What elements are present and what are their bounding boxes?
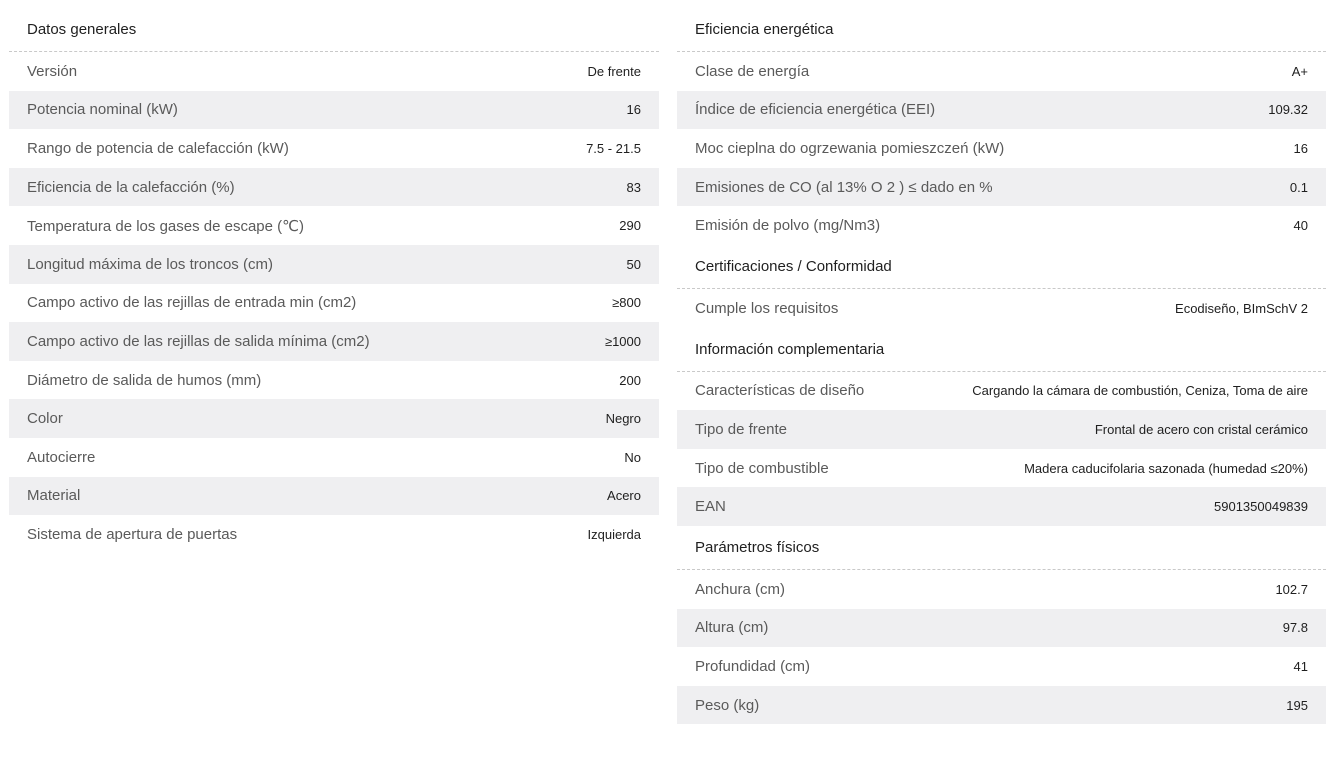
spec-label: Clase de energía: [695, 62, 810, 80]
spec-row-anchura: Anchura (cm) 102.7: [677, 570, 1326, 609]
spec-label: Profundidad (cm): [695, 657, 811, 675]
spec-value: 200: [619, 372, 641, 388]
spec-row-diametro-salida: Diámetro de salida de humos (mm) 200: [9, 361, 659, 400]
spec-value: 16: [626, 102, 641, 118]
spec-row-rango-potencia: Rango de potencia de calefacción (kW) 7.…: [9, 129, 659, 168]
spec-value: Negro: [605, 411, 641, 427]
spec-value: De frente: [587, 63, 641, 79]
spec-label: Moc cieplna do ogrzewania pomieszczeń (k…: [695, 139, 1005, 157]
spec-label: Peso (kg): [695, 696, 760, 714]
spec-row-peso: Peso (kg) 195: [677, 685, 1326, 725]
spec-value: Acero: [607, 488, 641, 504]
spec-label: Emisión de polvo (mg/Nm3): [695, 217, 881, 235]
spec-row-version: Versión De frente: [9, 52, 659, 91]
spec-row-longitud-troncos: Longitud máxima de los troncos (cm) 50: [9, 244, 659, 284]
spec-label: Color: [27, 410, 63, 428]
spec-label: Autocierre: [27, 448, 96, 466]
spec-label: Campo activo de las rejillas de salida m…: [27, 332, 370, 350]
left-column: Datos generales Versión De frente Potenc…: [9, 8, 659, 554]
spec-value: A+: [1291, 63, 1308, 79]
spec-label: Versión: [27, 62, 78, 80]
spec-row-potencia-nominal: Potencia nominal (kW) 16: [9, 90, 659, 130]
spec-value: 16: [1293, 140, 1308, 156]
spec-value: Izquierda: [587, 526, 641, 542]
spec-label: Temperatura de los gases de escape (℃): [27, 217, 304, 235]
spec-row-cumple-requisitos: Cumple los requisitos Ecodiseño, BImSchV…: [677, 289, 1326, 328]
spec-value: 195: [1286, 697, 1308, 713]
spec-label: Material: [27, 487, 81, 505]
spec-label: Altura (cm): [695, 619, 769, 637]
section-title-datos-generales: Datos generales: [9, 8, 659, 52]
spec-label: Eficiencia de la calefacción (%): [27, 178, 235, 196]
spec-row-emisiones-co: Emisiones de CO (al 13% O 2 ) ≤ dado en …: [677, 167, 1326, 207]
spec-value: ≥800: [612, 295, 641, 311]
spec-page: Datos generales Versión De frente Potenc…: [0, 0, 1334, 765]
spec-label: Tipo de combustible: [695, 459, 829, 477]
section-title-eficiencia-energetica: Eficiencia energética: [677, 8, 1326, 52]
spec-label: Características de diseño: [695, 382, 865, 400]
spec-value: 0.1: [1289, 179, 1308, 195]
spec-value: 40: [1293, 218, 1308, 234]
spec-row-rejillas-salida: Campo activo de las rejillas de salida m…: [9, 322, 659, 361]
spec-value: 50: [626, 256, 641, 272]
spec-row-tipo-combustible: Tipo de combustible Madera caducifolaria…: [677, 449, 1326, 488]
spec-label: Diámetro de salida de humos (mm): [27, 371, 262, 389]
spec-row-clase-energia: Clase de energía A+: [677, 52, 1326, 91]
spec-value: ≥1000: [604, 333, 641, 349]
spec-value: Cargando la cámara de combustión, Ceniza…: [972, 383, 1308, 399]
spec-label: Emisiones de CO (al 13% O 2 ) ≤ dado en …: [695, 178, 993, 196]
right-column: Eficiencia energética Clase de energía A…: [677, 8, 1326, 725]
spec-label: Tipo de frente: [695, 420, 787, 438]
spec-row-apertura-puertas: Sistema de apertura de puertas Izquierda: [9, 515, 659, 554]
spec-row-altura: Altura (cm) 97.8: [677, 608, 1326, 648]
spec-label: Sistema de apertura de puertas: [27, 525, 238, 543]
spec-label: Potencia nominal (kW): [27, 101, 178, 119]
spec-row-indice-eficiencia: Índice de eficiencia energética (EEI) 10…: [677, 90, 1326, 130]
spec-row-color: Color Negro: [9, 399, 659, 438]
spec-row-rejillas-entrada: Campo activo de las rejillas de entrada …: [9, 284, 659, 323]
spec-value: 109.32: [1268, 102, 1308, 118]
spec-row-caracteristicas-diseno: Características de diseño Cargando la cá…: [677, 372, 1326, 411]
spec-row-moc-cieplna: Moc cieplna do ogrzewania pomieszczeń (k…: [677, 129, 1326, 168]
spec-label: Índice de eficiencia energética (EEI): [695, 101, 936, 119]
spec-row-profundidad: Profundidad (cm) 41: [677, 647, 1326, 686]
spec-label: EAN: [695, 498, 726, 516]
spec-value: 97.8: [1282, 620, 1308, 636]
spec-value: Frontal de acero con cristal cerámico: [1094, 421, 1308, 437]
spec-row-autocierre: Autocierre No: [9, 438, 659, 477]
spec-label: Rango de potencia de calefacción (kW): [27, 139, 289, 157]
spec-value: No: [624, 449, 641, 465]
spec-label: Longitud máxima de los troncos (cm): [27, 255, 273, 273]
spec-value: 41: [1293, 658, 1308, 674]
spec-value: 102.7: [1275, 581, 1308, 597]
spec-row-temperatura-gases: Temperatura de los gases de escape (℃) 2…: [9, 206, 659, 245]
spec-value: 5901350049839: [1214, 499, 1308, 515]
spec-value: Ecodiseño, BImSchV 2: [1175, 300, 1308, 316]
spec-label: Cumple los requisitos: [695, 299, 839, 317]
section-title-parametros-fisicos: Parámetros físicos: [677, 526, 1326, 570]
spec-value: 7.5 - 21.5: [586, 140, 641, 156]
spec-row-ean: EAN 5901350049839: [677, 487, 1326, 526]
spec-row-tipo-frente: Tipo de frente Frontal de acero con cris…: [677, 410, 1326, 449]
spec-value: 83: [626, 179, 641, 195]
section-title-certificaciones: Certificaciones / Conformidad: [677, 245, 1326, 289]
spec-label: Anchura (cm): [695, 580, 786, 598]
spec-value: Madera caducifolaria sazonada (humedad ≤…: [1024, 460, 1308, 476]
spec-row-eficiencia: Eficiencia de la calefacción (%) 83: [9, 167, 659, 207]
spec-row-emision-polvo: Emisión de polvo (mg/Nm3) 40: [677, 206, 1326, 245]
section-title-informacion-complementaria: Información complementaria: [677, 328, 1326, 372]
spec-label: Campo activo de las rejillas de entrada …: [27, 294, 357, 312]
spec-row-material: Material Acero: [9, 476, 659, 516]
spec-value: 290: [619, 218, 641, 234]
